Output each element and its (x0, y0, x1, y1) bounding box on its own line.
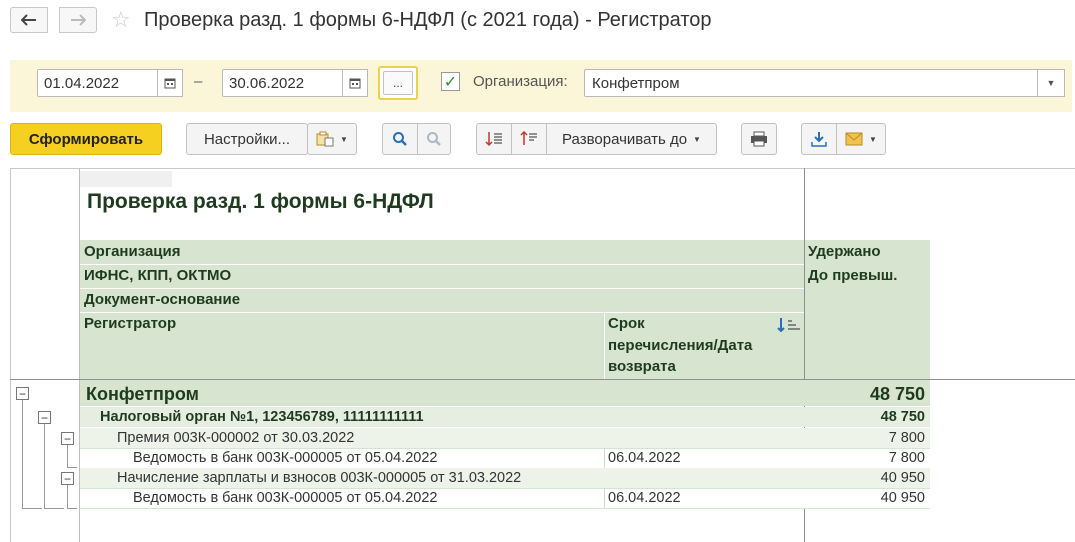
window-title: Проверка разд. 1 формы 6-НДФЛ (с 2021 го… (144, 9, 712, 31)
back-button[interactable] (10, 7, 48, 33)
star-icon[interactable]: ☆ (111, 7, 131, 33)
minus-icon: − (63, 471, 71, 486)
calendar-from-button[interactable] (157, 69, 183, 97)
cell-divider (604, 488, 605, 509)
sort-icon[interactable] (777, 317, 803, 338)
chevron-down-icon: ▼ (340, 134, 348, 144)
report-title: Проверка разд. 1 формы 6-НДФЛ (87, 190, 434, 213)
organization-field[interactable]: Конфетпром (584, 69, 1038, 97)
header-before-exceed[interactable]: До превыш. (808, 266, 897, 286)
row-label-level3: Начисление зарплаты и взносов 003К-00000… (117, 470, 522, 486)
send-email-button[interactable]: ▼ (836, 123, 886, 155)
download-icon (811, 132, 827, 147)
header-term-line3[interactable]: возврата (608, 357, 676, 377)
collapse-group-button[interactable]: − (38, 411, 51, 424)
row-value-level2: 48 750 (880, 409, 925, 425)
header-divider (80, 288, 804, 289)
checkmark-icon: ✓ (443, 73, 458, 91)
report-variants-icon (316, 131, 334, 147)
calendar-icon (164, 78, 176, 89)
row-label-level1: Конфетпром (86, 384, 199, 404)
expand-all-icon (485, 132, 502, 147)
row-value-level3: 7 800 (888, 430, 925, 446)
tree-line (67, 467, 77, 468)
header-withheld[interactable]: Удержано (808, 242, 881, 262)
header-divider (80, 264, 804, 265)
header-term-line1[interactable]: Срок (608, 314, 645, 334)
generate-button[interactable]: Сформировать (10, 123, 162, 155)
tree-line (67, 508, 77, 509)
print-button[interactable] (741, 123, 777, 155)
table-row[interactable] (80, 380, 930, 406)
expand-to-button[interactable]: Разворачивать до ▼ (546, 123, 717, 155)
report-corner-cell (80, 171, 172, 187)
date-from-field[interactable]: 01.04.2022 (37, 69, 159, 97)
search-icon (393, 132, 407, 146)
settings-button[interactable]: Настройки... (186, 123, 308, 155)
collapse-group-button[interactable]: − (61, 432, 74, 445)
tree-line (22, 508, 42, 509)
calendar-to-button[interactable] (342, 69, 368, 97)
select-period-label: ... (383, 71, 413, 95)
header-term-line2[interactable]: перечисления/Дата (608, 336, 752, 356)
cancel-search-button[interactable] (417, 123, 451, 155)
tree-line (67, 444, 68, 468)
period-dash: – (194, 73, 203, 90)
organization-dropdown-button[interactable]: ▼ (1037, 69, 1065, 97)
row-value-level3: 40 950 (880, 470, 925, 486)
row-label-level3: Премия 003К-000002 от 30.03.2022 (117, 430, 355, 446)
tree-line (67, 485, 68, 509)
tree-line (44, 424, 45, 509)
arrow-right-icon (71, 14, 86, 26)
header-ifns[interactable]: ИФНС, КПП, ОКТМО (84, 266, 231, 286)
row-value-level4: 40 950 (880, 490, 925, 506)
row-label-level4: Ведомость в банк 003К-000005 от 05.04.20… (133, 490, 438, 506)
row-label-level4: Ведомость в банк 003К-000005 от 05.04.20… (133, 450, 438, 466)
collapse-all-button[interactable] (511, 123, 547, 155)
cancel-search-icon (427, 132, 441, 146)
arrow-left-icon (21, 14, 36, 26)
row-value-level1: 48 750 (869, 384, 925, 404)
tree-line (44, 508, 64, 509)
minus-icon: − (40, 410, 48, 425)
row-date-level4: 06.04.2022 (608, 450, 681, 466)
row-label-level2: Налоговый орган №1, 123456789, 111111111… (100, 409, 424, 425)
chevron-down-icon: ▼ (693, 134, 701, 144)
save-button[interactable] (801, 123, 837, 155)
header-document[interactable]: Документ-основание (84, 290, 240, 310)
header-organization[interactable]: Организация (84, 242, 181, 262)
variants-button[interactable]: ▼ (307, 123, 357, 155)
envelope-icon (845, 132, 863, 146)
minus-icon: − (63, 431, 71, 446)
collapse-all-icon (520, 131, 537, 145)
organization-checkbox[interactable]: ✓ (441, 72, 460, 91)
cell-divider (604, 448, 605, 468)
find-button[interactable] (382, 123, 418, 155)
calendar-icon (349, 78, 361, 89)
chevron-down-icon: ▼ (869, 134, 877, 144)
expand-all-button[interactable] (476, 123, 512, 155)
minus-icon: − (18, 386, 26, 401)
row-value-level4: 7 800 (888, 450, 925, 466)
printer-icon (751, 131, 767, 147)
select-period-button[interactable]: ... (378, 66, 418, 100)
expand-to-label: Разворачивать до (562, 130, 688, 148)
header-column-divider (604, 312, 605, 379)
collapse-group-button[interactable]: − (16, 387, 29, 400)
forward-button[interactable] (59, 7, 97, 33)
chevron-down-icon: ▼ (1046, 78, 1056, 88)
date-to-field[interactable]: 30.06.2022 (222, 69, 344, 97)
organization-label: Организация: (473, 73, 568, 90)
header-divider (80, 312, 804, 313)
header-registrar[interactable]: Регистратор (84, 314, 176, 334)
collapse-group-button[interactable]: − (61, 472, 74, 485)
tree-line (22, 399, 23, 509)
row-date-level4: 06.04.2022 (608, 490, 681, 506)
